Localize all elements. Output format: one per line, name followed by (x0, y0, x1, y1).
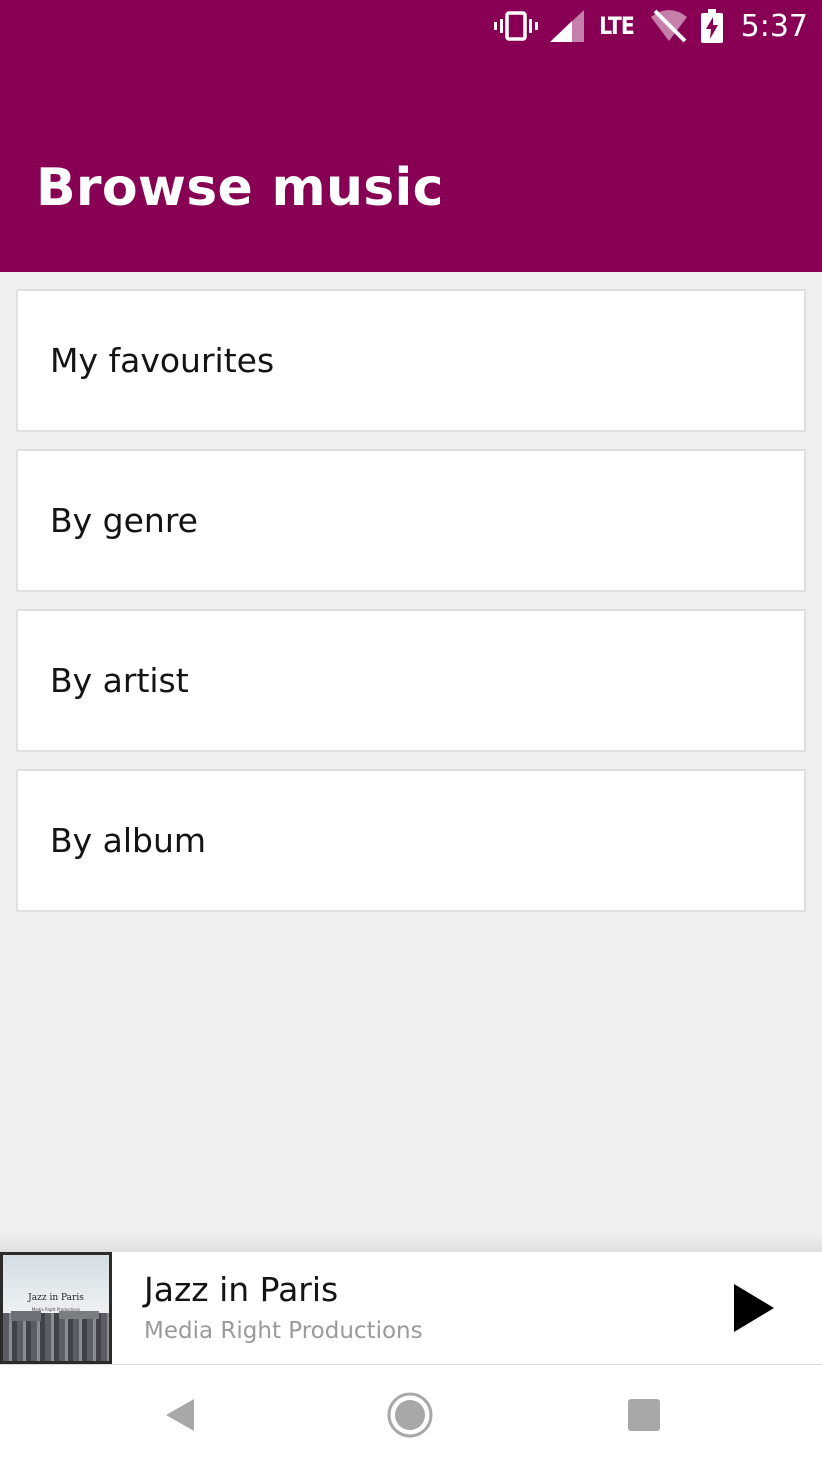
menu-item-by-album[interactable]: By album (16, 769, 806, 912)
menu-item-by-genre[interactable]: By genre (16, 449, 806, 592)
page-title: Browse music (36, 158, 444, 218)
play-button[interactable] (726, 1280, 782, 1336)
back-button[interactable] (152, 1387, 208, 1443)
status-time: 5:37 (740, 8, 808, 44)
home-button[interactable] (382, 1387, 438, 1443)
mini-player[interactable]: Jazz in Paris Media Right Productions Ja… (0, 1252, 822, 1365)
navigation-bar (0, 1365, 822, 1462)
album-art-subtitle: Media Right Productions (31, 1307, 81, 1312)
menu-item-label: By artist (50, 661, 189, 700)
browse-menu: My favourites By genre By artist By albu… (16, 289, 806, 929)
app-bar: LTE 5:37 Browse music (0, 0, 822, 272)
network-type-label: LTE (598, 12, 635, 40)
cellular-signal-icon (549, 10, 584, 42)
menu-item-label: By album (50, 821, 207, 860)
wifi-off-icon (649, 9, 689, 43)
album-art-sky (3, 1255, 109, 1314)
menu-item-label: My favourites (50, 341, 275, 380)
menu-item-my-favourites[interactable]: My favourites (16, 289, 806, 432)
track-artist: Media Right Productions (144, 1318, 423, 1344)
menu-item-by-artist[interactable]: By artist (16, 609, 806, 752)
vibrate-icon (493, 10, 538, 42)
play-icon (734, 1284, 774, 1332)
album-art-roof (11, 1310, 41, 1321)
player-shadow (0, 1234, 822, 1252)
album-art-title: Jazz in Paris (28, 1293, 84, 1303)
menu-item-label: By genre (50, 501, 198, 540)
recents-button[interactable] (616, 1387, 672, 1443)
status-bar: LTE 5:37 (493, 6, 808, 46)
battery-charging-icon (700, 9, 723, 43)
home-icon (387, 1392, 433, 1438)
recents-icon (628, 1399, 660, 1431)
album-art: Jazz in Paris Media Right Productions (0, 1252, 112, 1364)
back-icon (166, 1399, 194, 1431)
track-title: Jazz in Paris (144, 1270, 339, 1309)
